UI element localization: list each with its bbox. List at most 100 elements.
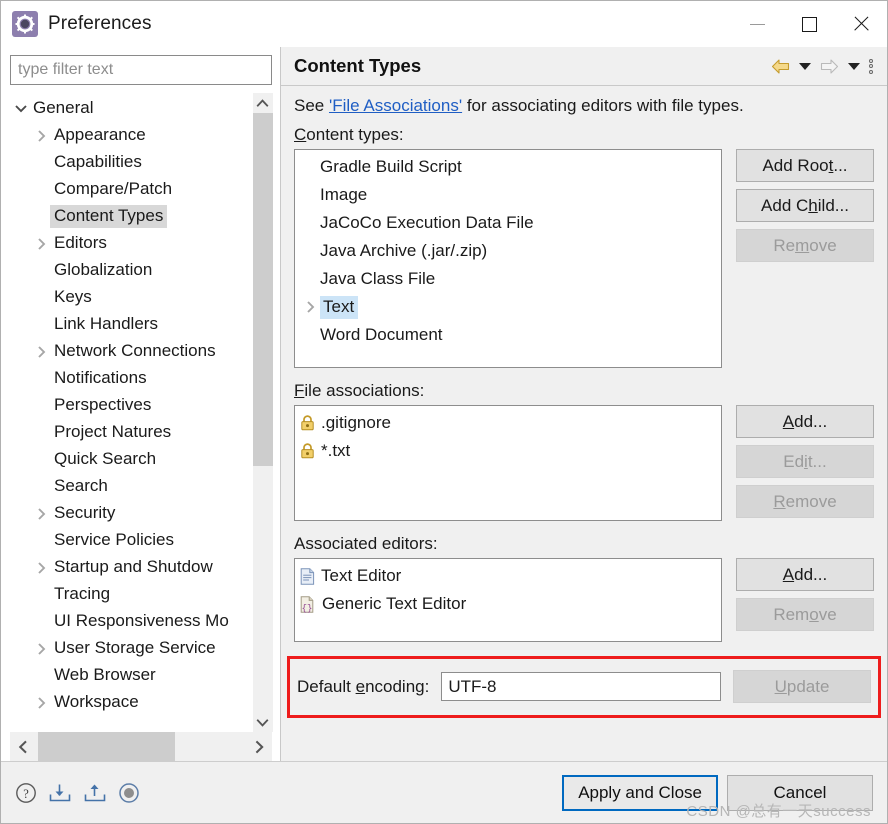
list-item[interactable]: .gitignore <box>295 409 721 437</box>
chevron-down-icon[interactable] <box>12 104 29 113</box>
update-button[interactable]: Update <box>733 670 871 703</box>
back-dropdown-icon[interactable] <box>799 62 811 70</box>
list-item[interactable]: Java Class File <box>295 265 721 293</box>
content-type-label: Text <box>320 295 359 319</box>
sidebar-item-perspectives[interactable]: Perspectives <box>10 392 252 419</box>
maximize-icon <box>801 16 817 32</box>
chevron-right-icon[interactable] <box>33 561 50 574</box>
sidebar-item-tracing[interactable]: Tracing <box>10 581 252 608</box>
scroll-track[interactable] <box>252 113 273 712</box>
remove-button[interactable]: Remove <box>736 229 874 262</box>
content-types-label: Content types: <box>294 125 404 144</box>
sidebar-item-editors[interactable]: Editors <box>10 230 252 257</box>
sidebar-item-search[interactable]: Search <box>10 473 252 500</box>
filter-input[interactable] <box>10 55 272 85</box>
sidebar-item-capabilities[interactable]: Capabilities <box>10 149 252 176</box>
page-title: Content Types <box>294 55 422 76</box>
content-types-list[interactable]: Gradle Build Script Image JaCoCo Execution… <box>294 149 722 368</box>
sidebar-horizontal-scrollbar[interactable] <box>10 732 272 761</box>
add-root-button[interactable]: Add Roo t... <box>736 149 874 182</box>
sidebar-item-compare-patch[interactable]: Compare/Patch <box>10 176 252 203</box>
scroll-left-button[interactable] <box>10 732 36 761</box>
sidebar-item-project-natures[interactable]: Project Natures <box>10 419 252 446</box>
file-associations-list[interactable]: .gitignore *.txt <box>294 405 722 521</box>
sidebar-item-service-policies[interactable]: Service Policies <box>10 527 252 554</box>
sidebar-item-security[interactable]: Security <box>10 500 252 527</box>
content-types-section: Content types: Gradle Build Script Image J… <box>294 125 874 368</box>
forward-arrow-icon[interactable] <box>820 58 839 74</box>
scroll-up-button[interactable] <box>252 93 273 113</box>
apply-and-close-button[interactable]: Apply and Close <box>562 774 718 811</box>
add-button[interactable]: Add... <box>736 405 874 438</box>
lock-icon <box>300 415 315 431</box>
hscroll-track[interactable] <box>36 732 246 761</box>
sidebar-item-globalization[interactable]: Globalization <box>10 257 252 284</box>
chevron-right-icon[interactable] <box>300 301 320 313</box>
close-button[interactable] <box>835 1 887 47</box>
sidebar-item-quick-search[interactable]: Quick Search <box>10 446 252 473</box>
export-icon[interactable] <box>83 782 107 804</box>
list-item[interactable]: *.txt <box>295 437 721 465</box>
encoding-label-pre: Default <box>297 676 356 696</box>
content-panel: Content Types See 'File Associations' fo… <box>280 47 887 761</box>
chevron-right-icon[interactable] <box>33 237 50 250</box>
list-item[interactable]: Image <box>295 181 721 209</box>
sidebar-item-user-storage-service[interactable]: User Storage Service <box>10 635 252 662</box>
chevron-right-icon[interactable] <box>33 642 50 655</box>
forward-dropdown-icon[interactable] <box>848 62 860 70</box>
sidebar-tree[interactable]: General Appearance Capabilities Compare/Pat… <box>10 93 252 732</box>
chevron-right-icon[interactable] <box>33 129 50 142</box>
sidebar-item-startup-and-shutdow[interactable]: Startup and Shutdow <box>10 554 252 581</box>
associated-editors-list[interactable]: Text Editor {} Generic Text Editor <box>294 558 722 642</box>
list-item[interactable]: Gradle Build Script <box>295 153 721 181</box>
scroll-right-button[interactable] <box>246 732 272 761</box>
add-button[interactable]: Add... <box>736 558 874 591</box>
sidebar-item-notifications[interactable]: Notifications <box>10 365 252 392</box>
sidebar-item-network-connections[interactable]: Network Connections <box>10 338 252 365</box>
associated-editors-section: Associated editors: Text Editor {} Generic… <box>294 534 874 642</box>
sidebar-item-label: General <box>33 98 94 117</box>
list-item[interactable]: Word Document <box>295 321 721 349</box>
content-type-label: Java Class File <box>320 269 436 288</box>
chevron-right-icon[interactable] <box>33 696 50 709</box>
list-item[interactable]: JaCoCo Execution Data File <box>295 209 721 237</box>
sidebar-item-label: Search <box>54 476 108 495</box>
sidebar-vertical-scrollbar[interactable] <box>252 93 273 732</box>
view-menu-icon[interactable] <box>869 58 873 74</box>
import-icon[interactable] <box>48 782 72 804</box>
list-item[interactable]: Java Archive (.jar/.zip) <box>295 237 721 265</box>
sidebar-item-general[interactable]: General <box>10 95 252 122</box>
list-item[interactable]: Text <box>295 293 721 321</box>
cancel-button[interactable]: Cancel <box>727 774 873 811</box>
edit-button[interactable]: Ed i t... <box>736 445 874 478</box>
list-item[interactable]: Text Editor <box>295 562 721 590</box>
remove-button[interactable]: Remove <box>736 598 874 631</box>
sidebar-item-appearance[interactable]: Appearance <box>10 122 252 149</box>
sidebar-item-label: Project Natures <box>54 422 172 441</box>
list-item[interactable]: {} Generic Text Editor <box>295 590 721 618</box>
record-icon[interactable] <box>118 782 140 804</box>
hscroll-thumb[interactable] <box>38 732 175 761</box>
sidebar-item-content-types[interactable]: Content Types <box>10 203 252 230</box>
sidebar-item-web-browser[interactable]: Web Browser <box>10 662 252 689</box>
dialog-footer: ? Apply and Close Cancel CSDN @总有一天succe… <box>1 761 887 823</box>
sidebar-item-workspace[interactable]: Workspace <box>10 689 252 716</box>
chevron-right-icon[interactable] <box>33 345 50 358</box>
back-arrow-icon[interactable] <box>771 58 790 74</box>
scroll-thumb[interactable] <box>252 113 273 467</box>
help-icon[interactable]: ? <box>15 782 37 804</box>
chevron-right-icon[interactable] <box>33 507 50 520</box>
sidebar-item-label: Web Browser <box>54 665 156 684</box>
sidebar-item-link-handlers[interactable]: Link Handlers <box>10 311 252 338</box>
encoding-input[interactable] <box>441 672 721 701</box>
add-child-button[interactable]: Add Ch ild... <box>736 189 874 222</box>
sidebar-item-ui-responsiveness-mo[interactable]: UI Responsiveness Mo <box>10 608 252 635</box>
title-bar: Preferences <box>1 1 887 47</box>
minimize-button[interactable] <box>731 1 783 47</box>
maximize-button[interactable] <box>783 1 835 47</box>
content-type-label: Word Document <box>320 325 443 344</box>
sidebar-item-keys[interactable]: Keys <box>10 284 252 311</box>
file-associations-link[interactable]: 'File Associations' <box>329 96 462 115</box>
scroll-down-button[interactable] <box>252 712 273 732</box>
remove-button[interactable]: Remove <box>736 485 874 518</box>
